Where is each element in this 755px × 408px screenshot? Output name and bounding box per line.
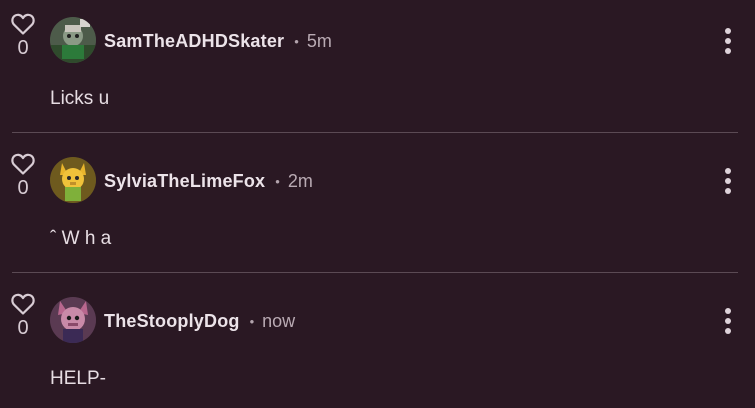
comment-meta: SylviaTheLimeFox • 2m bbox=[104, 169, 313, 193]
timestamp: 2m bbox=[287, 170, 313, 191]
like-column: 0 bbox=[10, 292, 36, 339]
avatar[interactable] bbox=[50, 297, 96, 343]
comment-meta: SamTheADHDSkater • 5m bbox=[104, 29, 332, 53]
separator-dot: • bbox=[249, 313, 255, 329]
more-options-icon[interactable] bbox=[721, 308, 735, 334]
comment-text: ˆ W h a bbox=[50, 228, 112, 249]
comment-text: HELP- bbox=[50, 368, 106, 389]
like-column: 0 bbox=[10, 12, 36, 59]
username[interactable]: SamTheADHDSkater bbox=[104, 31, 284, 52]
like-count: 0 bbox=[17, 177, 29, 199]
timestamp: 5m bbox=[306, 30, 332, 51]
username[interactable]: SylviaTheLimeFox bbox=[104, 171, 265, 192]
heart-icon[interactable] bbox=[10, 292, 36, 316]
comment-item: 0 TheStooplyDog • now HELP- bbox=[0, 280, 755, 408]
more-options-icon[interactable] bbox=[721, 28, 735, 54]
comment-item: 0 SylviaTheLimeFox • 2m ˆ W h a bbox=[0, 140, 755, 280]
more-options-icon[interactable] bbox=[721, 168, 735, 194]
comment-meta: TheStooplyDog • now bbox=[104, 309, 295, 333]
avatar[interactable] bbox=[50, 157, 96, 203]
divider bbox=[12, 272, 738, 273]
comment-text: Licks u bbox=[50, 88, 110, 109]
avatar[interactable] bbox=[50, 17, 96, 63]
username[interactable]: TheStooplyDog bbox=[104, 311, 240, 332]
like-column: 0 bbox=[10, 152, 36, 199]
divider bbox=[12, 132, 738, 133]
heart-icon[interactable] bbox=[10, 152, 36, 176]
comment-item: 0 SamTheADHDSkater • 5m Licks u bbox=[0, 0, 755, 140]
heart-icon[interactable] bbox=[10, 12, 36, 36]
separator-dot: • bbox=[294, 33, 299, 49]
separator-dot: • bbox=[275, 173, 280, 189]
like-count: 0 bbox=[17, 317, 29, 339]
timestamp: now bbox=[262, 310, 296, 331]
like-count: 0 bbox=[17, 37, 29, 59]
